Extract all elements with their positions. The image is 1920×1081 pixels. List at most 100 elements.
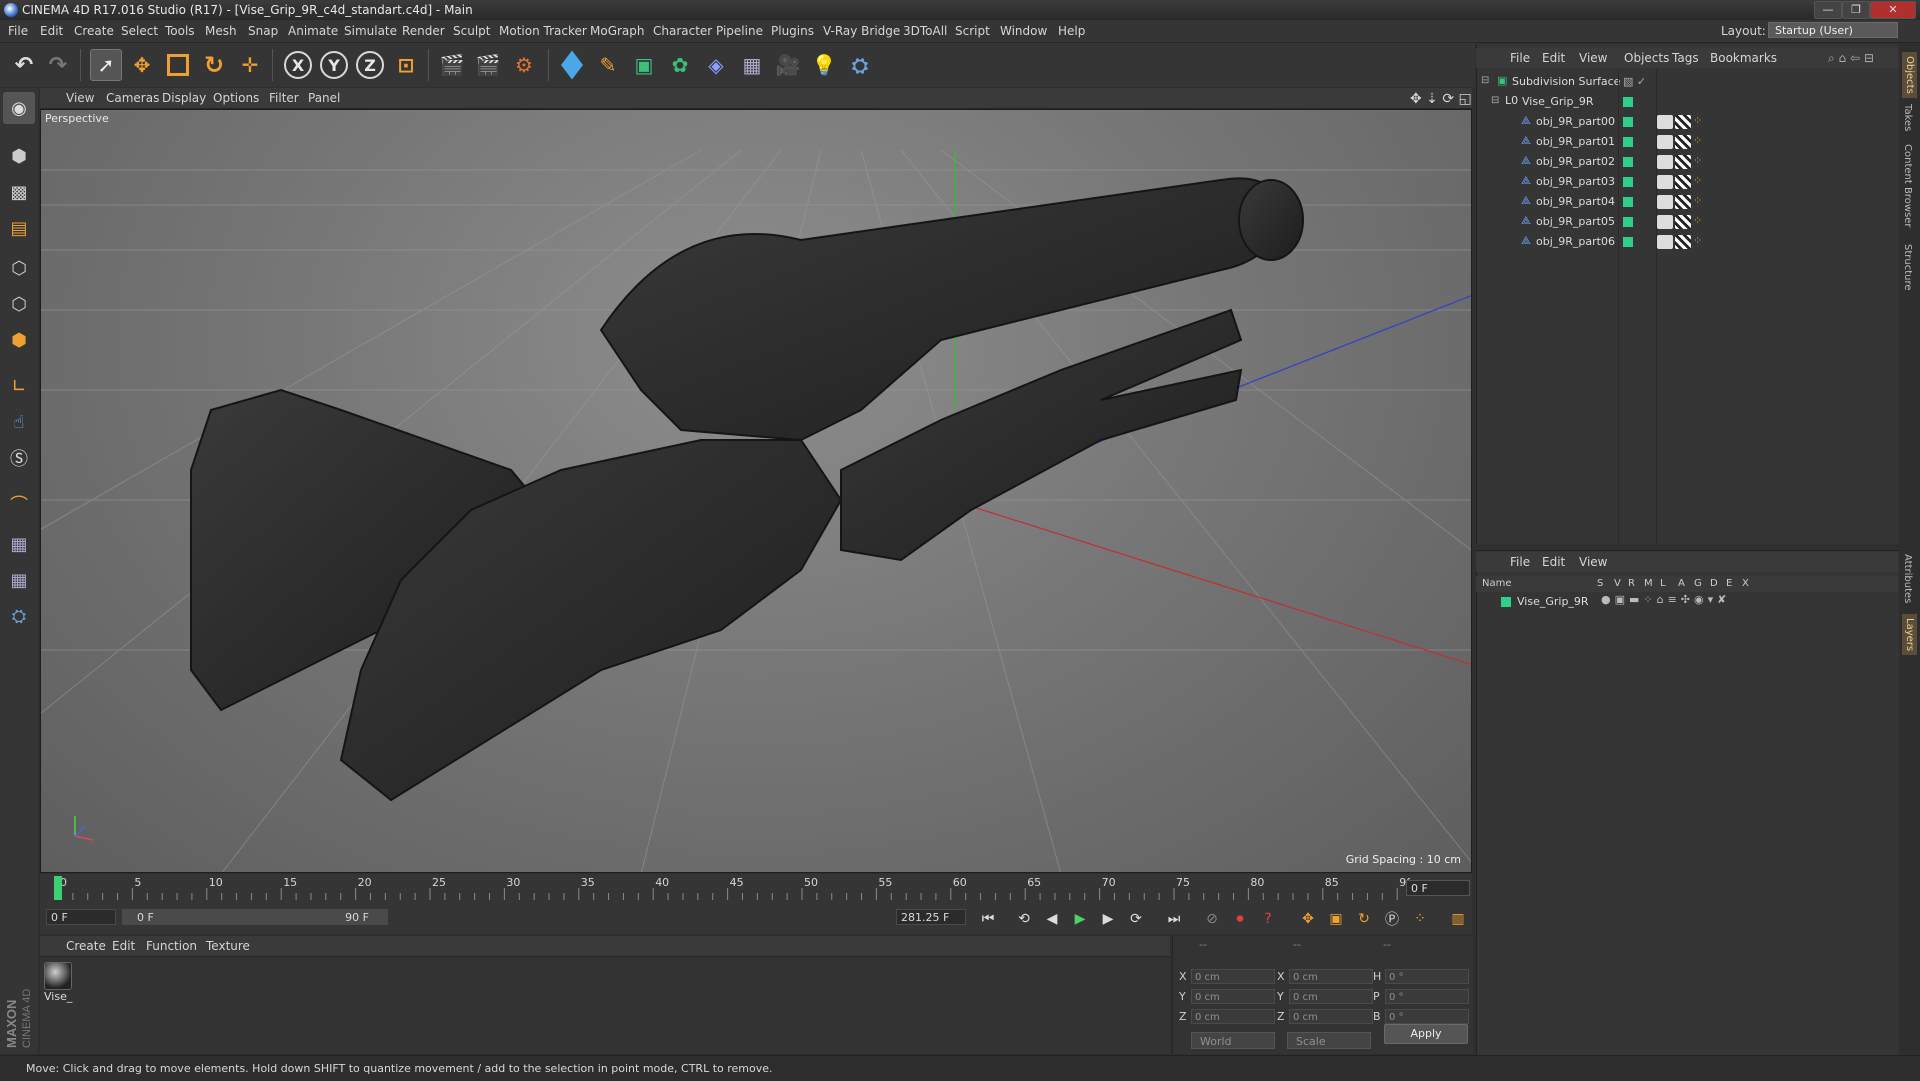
locked-workplane-icon[interactable]: ▦ [3,528,35,560]
uvw-tag-icon[interactable] [1675,215,1691,229]
solo-mode-icon[interactable]: Ⓢ [3,442,35,474]
texture-tag-icon[interactable] [1657,235,1673,249]
mograph-cloner-icon[interactable]: ✿ [664,49,696,81]
texture-tag-icon[interactable] [1657,135,1673,149]
phong-tag-icon[interactable]: ⁘ [1693,234,1702,247]
menu-plugins[interactable]: Plugins [771,24,814,38]
step-forward-icon[interactable]: ▶ [1096,907,1120,931]
key-param-icon[interactable]: Ⓟ [1380,907,1404,931]
position-y-field[interactable]: 0 cm [1191,989,1275,1004]
object-row-part04[interactable]: ⟁ obj_9R_part04 ⁘ [1477,192,1897,212]
3d-viewport[interactable]: Perspective Grid Spacing : 10 cm [40,109,1472,873]
goto-end-icon[interactable]: ⏭ [1162,907,1186,931]
uvw-tag-icon[interactable] [1675,155,1691,169]
uvw-tag-icon[interactable] [1675,235,1691,249]
side-tab-structure[interactable]: Structure [1902,244,1913,291]
rotate-tool-icon[interactable]: ↻ [198,49,230,81]
prev-key-icon[interactable]: ⟲ [1012,907,1036,931]
material-menu-edit[interactable]: Edit [112,939,135,953]
viewport-menu-view[interactable]: View [66,91,94,105]
edges-mode-icon[interactable]: ⬡ [3,288,35,320]
material-thumbnail[interactable] [44,962,72,990]
side-tab-attributes[interactable]: Attributes [1902,554,1913,603]
menu-edit[interactable]: Edit [40,24,63,38]
x-axis-lock[interactable]: X [282,49,314,81]
tweak-mode-icon[interactable]: ☝ [3,406,35,438]
end-frame-field[interactable]: 281.25 F [896,909,966,925]
timeline-layout-icon[interactable]: ▥ [1446,907,1470,931]
object-menu-file[interactable]: File [1510,51,1530,65]
texture-tag-icon[interactable] [1657,155,1673,169]
key-pla-icon[interactable]: ⁘ [1408,907,1432,931]
points-mode-icon[interactable]: ⬡ [3,252,35,284]
object-menu-edit[interactable]: Edit [1542,51,1565,65]
layer-col-expressions[interactable]: E [1726,578,1732,589]
scale-tool-icon[interactable] [162,49,194,81]
viewport-menu-filter[interactable]: Filter [269,91,299,105]
object-row-part06[interactable]: ⟁ obj_9R_part06 ⁘ [1477,232,1897,252]
apply-button[interactable]: Apply [1384,1024,1468,1044]
maximize-button[interactable]: ❐ [1842,1,1870,19]
uvw-tag-icon[interactable] [1675,115,1691,129]
texture-mode-icon[interactable]: ▩ [3,176,35,208]
transform-tool-icon[interactable]: ✛ [234,49,266,81]
layer-col-deformers[interactable]: D [1710,578,1718,589]
object-menu-tags[interactable]: Tags [1672,51,1699,65]
object-row-part00[interactable]: ⟁ obj_9R_part00 ⁘ [1477,112,1897,132]
size-z-field[interactable]: 0 cm [1289,1009,1373,1024]
layer-col-view[interactable]: V [1614,578,1621,589]
close-button[interactable]: ✕ [1870,1,1916,19]
side-tab-layers[interactable]: Layers [1902,614,1917,656]
coordinate-space-dropdown[interactable]: World [1191,1032,1275,1049]
record-icon[interactable]: ⏺ [1228,907,1252,931]
position-x-field[interactable]: 0 cm [1191,969,1275,984]
autokey-icon[interactable]: ? [1256,907,1280,931]
object-row-part02[interactable]: ⟁ obj_9R_part02 ⁘ [1477,152,1897,172]
render-settings-icon[interactable]: ⚙ [508,49,540,81]
camera-icon[interactable]: 🎥 [772,49,804,81]
menu-sculpt[interactable]: Sculpt [453,24,490,38]
viewport-menu-panel[interactable]: Panel [308,91,340,105]
phong-tag-icon[interactable]: ⁘ [1693,154,1702,167]
key-scale-icon[interactable]: ▣ [1324,907,1348,931]
phong-tag-icon[interactable]: ⁘ [1693,114,1702,127]
layer-col-name[interactable]: Name [1482,578,1512,589]
texture-tag-icon[interactable] [1657,175,1673,189]
layer-col-animation[interactable]: A [1678,578,1685,589]
current-frame-field[interactable]: 0 F [1406,880,1470,896]
axis-mode-icon[interactable]: ∟ [3,370,35,402]
play-icon[interactable]: ▶ [1068,907,1092,931]
goto-start-icon[interactable]: ⏮ [976,907,1000,931]
menu-vray-bridge[interactable]: V-Ray Bridge [823,24,900,38]
menu-tools[interactable]: Tools [165,24,195,38]
light-icon[interactable]: 💡 [808,49,840,81]
object-menu-view[interactable]: View [1579,51,1607,65]
viewport-navigation-icons[interactable]: ✥ ⇣ ⟳ ◱ [1410,91,1472,107]
object-row-part05[interactable]: ⟁ obj_9R_part05 ⁘ [1477,212,1897,232]
uvw-tag-icon[interactable] [1675,175,1691,189]
coordinate-system-icon[interactable]: ⊡ [390,49,422,81]
snap-magnet-icon[interactable]: ⌒ [3,488,35,520]
y-axis-lock[interactable]: Y [318,49,350,81]
uvw-tag-icon[interactable] [1675,195,1691,209]
side-tab-content-browser[interactable]: Content Browser [1902,144,1913,227]
rotation-h-field[interactable]: 0 ° [1385,969,1469,984]
menu-motion-tracker[interactable]: Motion Tracker [499,24,587,38]
material-menu-create[interactable]: Create [66,939,106,953]
redo-icon[interactable]: ↷ [42,49,74,81]
minimize-button[interactable]: — [1814,1,1842,19]
move-tool-icon[interactable]: ✥ [126,49,158,81]
layer-row-vise-grip-9r[interactable]: Vise_Grip_9R ●▣▬⁘⌂≡✣◉▾✘ [1477,592,1897,612]
menu-simulate[interactable]: Simulate [344,24,397,38]
object-search-icon[interactable]: ⌕ ⌂ ⇦ ⊟ [1828,51,1874,66]
side-tab-objects[interactable]: Objects [1902,52,1917,98]
layer-menu-view[interactable]: View [1579,555,1607,569]
menu-pipeline[interactable]: Pipeline [716,24,763,38]
object-menu-bookmarks[interactable]: Bookmarks [1710,51,1777,65]
python-script-icon[interactable]: ⛭ [3,600,35,632]
size-mode-dropdown[interactable]: Scale [1287,1032,1371,1049]
menu-script[interactable]: Script [955,24,990,38]
menu-render[interactable]: Render [402,24,445,38]
start-frame-field[interactable]: 0 F [46,909,116,925]
texture-tag-icon[interactable] [1657,215,1673,229]
